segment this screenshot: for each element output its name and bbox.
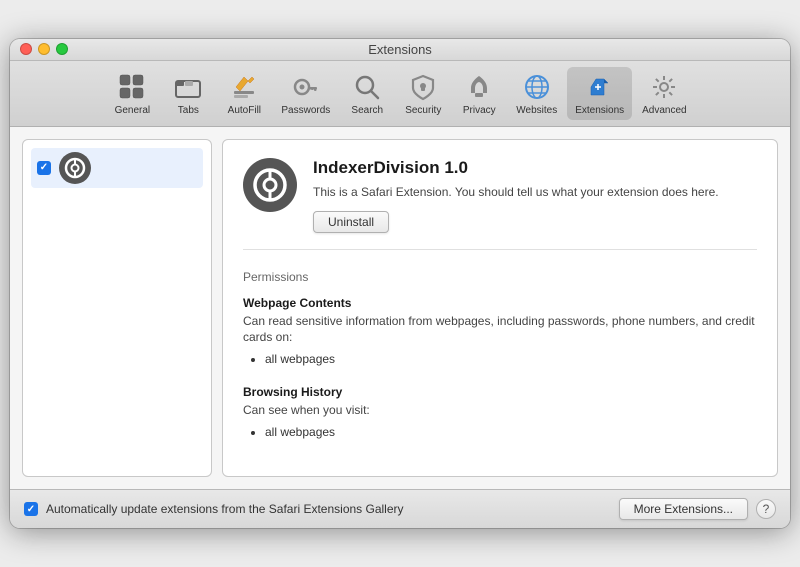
toolbar-item-passwords[interactable]: Passwords: [273, 67, 338, 120]
footer: Automatically update extensions from the…: [10, 489, 790, 528]
toolbar-item-security[interactable]: Security: [396, 67, 450, 120]
permissions-title: Permissions: [243, 270, 757, 284]
minimize-button[interactable]: [38, 43, 50, 55]
tabs-icon: [172, 71, 204, 103]
websites-label: Websites: [516, 105, 557, 116]
toolbar-item-privacy[interactable]: Privacy: [452, 67, 506, 120]
security-icon: [407, 71, 439, 103]
privacy-label: Privacy: [463, 105, 496, 116]
privacy-icon: [463, 71, 495, 103]
autofill-label: AutoFill: [228, 105, 261, 116]
footer-left: Automatically update extensions from the…: [24, 502, 404, 516]
extension-list: [22, 139, 212, 478]
traffic-lights: [20, 43, 68, 55]
tabs-label: Tabs: [178, 105, 199, 116]
extensions-label: Extensions: [575, 105, 624, 116]
toolbar: General Tabs AutoFill: [10, 61, 790, 127]
toolbar-item-advanced[interactable]: Advanced: [634, 67, 694, 120]
general-label: General: [115, 105, 151, 116]
permission-item: all webpages: [265, 350, 757, 369]
auto-update-checkbox[interactable]: [24, 502, 38, 516]
advanced-icon: [648, 71, 680, 103]
footer-right: More Extensions... ?: [619, 498, 776, 520]
titlebar: Extensions: [10, 39, 790, 61]
auto-update-label: Automatically update extensions from the…: [46, 502, 404, 516]
passwords-label: Passwords: [281, 105, 330, 116]
list-item[interactable]: [31, 148, 203, 188]
extension-name: IndexerDivision 1.0: [313, 158, 757, 178]
general-icon: [116, 71, 148, 103]
toolbar-item-tabs[interactable]: Tabs: [161, 67, 215, 120]
extension-header: IndexerDivision 1.0 This is a Safari Ext…: [243, 158, 757, 250]
extension-large-icon: [243, 158, 297, 212]
toolbar-item-websites[interactable]: Websites: [508, 67, 565, 120]
uninstall-button[interactable]: Uninstall: [313, 211, 389, 233]
extensions-icon: [584, 71, 616, 103]
toolbar-item-extensions[interactable]: Extensions: [567, 67, 632, 120]
toolbar-item-autofill[interactable]: AutoFill: [217, 67, 271, 120]
extension-checkbox[interactable]: [37, 161, 51, 175]
help-button[interactable]: ?: [756, 499, 776, 519]
permission-desc-webpage: Can read sensitive information from webp…: [243, 313, 757, 347]
search-label: Search: [351, 105, 383, 116]
preferences-window: Extensions General T: [10, 39, 790, 529]
permission-list-history: all webpages: [243, 423, 757, 442]
search-toolbar-icon: [351, 71, 383, 103]
more-extensions-button[interactable]: More Extensions...: [619, 498, 748, 520]
security-label: Security: [405, 105, 441, 116]
toolbar-item-general[interactable]: General: [105, 67, 159, 120]
close-button[interactable]: [20, 43, 32, 55]
main-content: IndexerDivision 1.0 This is a Safari Ext…: [10, 127, 790, 490]
websites-icon: [521, 71, 553, 103]
passwords-icon: [290, 71, 322, 103]
advanced-label: Advanced: [642, 105, 686, 116]
permission-desc-history: Can see when you visit:: [243, 402, 757, 419]
permissions-section: Permissions Webpage Contents Can read se…: [243, 266, 757, 443]
permission-group-webpage: Webpage Contents Can read sensitive info…: [243, 296, 757, 370]
extension-detail: IndexerDivision 1.0 This is a Safari Ext…: [222, 139, 778, 478]
permission-list-webpage: all webpages: [243, 350, 757, 369]
toolbar-item-search[interactable]: Search: [340, 67, 394, 120]
permission-group-history: Browsing History Can see when you visit:…: [243, 385, 757, 442]
window-title: Extensions: [368, 42, 432, 57]
extension-list-icon: [59, 152, 91, 184]
permission-name-webpage: Webpage Contents: [243, 296, 757, 310]
maximize-button[interactable]: [56, 43, 68, 55]
extension-description: This is a Safari Extension. You should t…: [313, 184, 757, 201]
extension-info: IndexerDivision 1.0 This is a Safari Ext…: [313, 158, 757, 233]
autofill-icon: [228, 71, 260, 103]
permission-item: all webpages: [265, 423, 757, 442]
permission-name-history: Browsing History: [243, 385, 757, 399]
